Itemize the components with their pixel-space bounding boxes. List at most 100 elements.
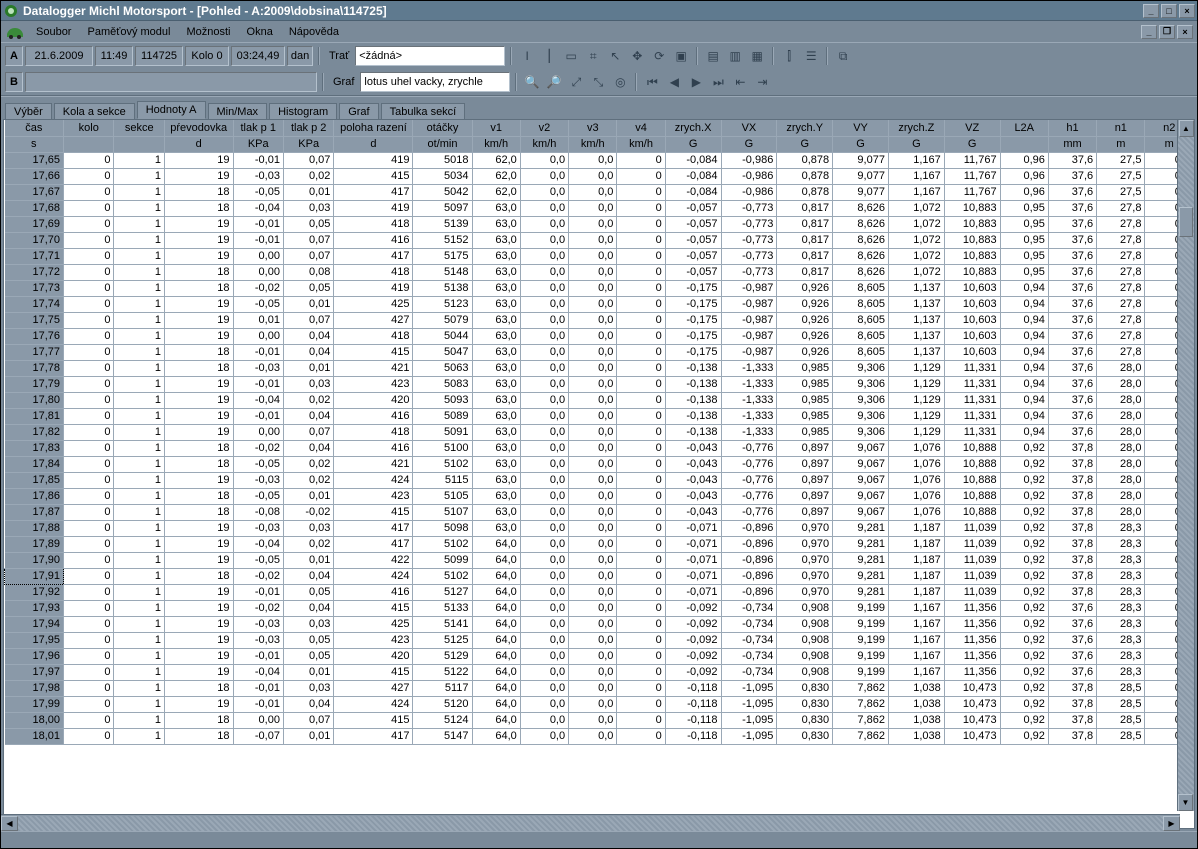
scroll-up-button[interactable]: ▲ [1179, 120, 1194, 137]
table-row[interactable]: 17,890119-0,040,02417510264,00,00,00-0,0… [5, 536, 1194, 552]
table-row[interactable]: 17,800119-0,040,02420509363,00,00,00-0,1… [5, 392, 1194, 408]
layout1-icon[interactable]: ▤ [703, 46, 723, 66]
zoom-out-icon[interactable]: 🔎 [544, 72, 564, 92]
menu-soubor[interactable]: Soubor [28, 24, 79, 40]
col-header[interactable]: tlak p 2 [283, 120, 333, 136]
table-row[interactable]: 17,7101190,000,07417517563,00,00,00-0,05… [5, 248, 1194, 264]
table-row[interactable]: 17,770118-0,010,04415504763,00,00,00-0,1… [5, 344, 1194, 360]
col-header[interactable]: VZ [944, 120, 1000, 136]
channel-a-button[interactable]: A [5, 46, 23, 66]
table-row[interactable]: 17,7601190,000,04418504463,00,00,00-0,17… [5, 328, 1194, 344]
col-header[interactable]: poloha razení [334, 120, 413, 136]
table-row[interactable]: 17,680118-0,040,03419509763,00,00,00-0,0… [5, 200, 1194, 216]
col-header[interactable]: zrych.Y [777, 120, 833, 136]
mdi-close-button[interactable]: × [1177, 25, 1193, 39]
tab-hodnoty-a[interactable]: Hodnoty A [137, 101, 206, 119]
col-header[interactable]: pŕevodovka [164, 120, 233, 136]
layout2-icon[interactable]: ▥ [725, 46, 745, 66]
step-left-icon[interactable]: ⇤ [730, 72, 750, 92]
table-row[interactable]: 17,910118-0,020,04424510264,00,00,00-0,0… [5, 568, 1194, 584]
table-row[interactable]: 17,660119-0,030,02415503462,00,00,00-0,0… [5, 168, 1194, 184]
mdi-restore-button[interactable]: ❐ [1159, 25, 1175, 39]
zoom-all-icon[interactable]: ◎ [610, 72, 630, 92]
table-row[interactable]: 17,840118-0,050,02421510263,00,00,00-0,0… [5, 456, 1194, 472]
table-row[interactable]: 17,940119-0,030,03425514164,00,00,00-0,0… [5, 616, 1194, 632]
minimize-button[interactable]: _ [1143, 4, 1159, 18]
last-icon[interactable]: ⏭ [708, 72, 728, 92]
table-row[interactable]: 17,700119-0,010,07416515263,00,00,00-0,0… [5, 232, 1194, 248]
table-row[interactable]: 17,650119-0,010,07419501862,00,00,00-0,0… [5, 152, 1194, 168]
menu-moznosti[interactable]: Možnosti [178, 24, 238, 40]
table-row[interactable]: 17,970119-0,040,01415512264,00,00,00-0,0… [5, 664, 1194, 680]
table-row[interactable]: 17,870118-0,08-0,02415510763,00,00,00-0,… [5, 504, 1194, 520]
table-row[interactable]: 17,950119-0,030,05423512564,00,00,00-0,0… [5, 632, 1194, 648]
chart2-icon[interactable]: ☰ [801, 46, 821, 66]
table-row[interactable]: 17,7201180,000,08418514863,00,00,00-0,05… [5, 264, 1194, 280]
table-row[interactable]: 17,960119-0,010,05420512964,00,00,00-0,0… [5, 648, 1194, 664]
col-header[interactable]: v4 [617, 120, 665, 136]
zoom-in-icon[interactable]: 🔍 [522, 72, 542, 92]
col-header[interactable]: v3 [569, 120, 617, 136]
col-header[interactable]: n1 [1097, 120, 1145, 136]
menu-napoveda[interactable]: Nápověda [281, 24, 347, 40]
graf-combo[interactable]: lotus uhel vacky, zrychle [360, 72, 510, 92]
mdi-minimize-button[interactable]: _ [1141, 25, 1157, 39]
table-row[interactable]: 17,830118-0,020,04416510063,00,00,00-0,0… [5, 440, 1194, 456]
scroll-down-button[interactable]: ▼ [1178, 794, 1193, 811]
table-row[interactable]: 17,690119-0,010,05418513963,00,00,00-0,0… [5, 216, 1194, 232]
col-header[interactable]: VX [721, 120, 777, 136]
tab-histogram[interactable]: Histogram [269, 103, 337, 120]
tab-kola-a-sekce[interactable]: Kola a sekce [54, 103, 135, 120]
table-row[interactable]: 17,8201190,000,07418509163,00,00,00-0,13… [5, 424, 1194, 440]
sync-icon[interactable]: ⟳ [649, 46, 669, 66]
first-icon[interactable]: ⏮ [642, 72, 662, 92]
table-row[interactable]: 17,850119-0,030,02424511563,00,00,00-0,0… [5, 472, 1194, 488]
col-header[interactable]: zrych.Z [888, 120, 944, 136]
col-header[interactable]: zrych.X [665, 120, 721, 136]
table-row[interactable]: 17,7501190,010,07427507963,00,00,00-0,17… [5, 312, 1194, 328]
channel-b-button[interactable]: B [5, 72, 23, 92]
data-grid[interactable]: časkolosekcepŕevodovkatlak p 1tlak p 2po… [3, 119, 1195, 829]
table-row[interactable]: 17,900119-0,050,01422509964,00,00,00-0,0… [5, 552, 1194, 568]
scroll-thumb[interactable] [1179, 207, 1193, 237]
table-row[interactable]: 17,730118-0,020,05419513863,00,00,00-0,1… [5, 280, 1194, 296]
zoom-fit-icon[interactable]: ▣ [671, 46, 691, 66]
table-row[interactable]: 17,920119-0,010,05416512764,00,00,00-0,0… [5, 584, 1194, 600]
scroll-right-button[interactable]: ▶ [1163, 816, 1180, 831]
col-header[interactable]: tlak p 1 [233, 120, 283, 136]
pan-icon[interactable]: ✥ [627, 46, 647, 66]
table-row[interactable]: 17,990119-0,010,04424512064,00,00,00-0,1… [5, 696, 1194, 712]
col-header[interactable]: v1 [472, 120, 520, 136]
col-header[interactable]: otáčky [413, 120, 472, 136]
layout3-icon[interactable]: ▦ [747, 46, 767, 66]
cursor-line-icon[interactable]: ⎮ [539, 46, 559, 66]
maximize-button[interactable]: □ [1161, 4, 1177, 18]
table-row[interactable]: 17,930119-0,020,04415513364,00,00,00-0,0… [5, 600, 1194, 616]
tab-výběr[interactable]: Výběr [5, 103, 52, 120]
table-row[interactable]: 17,980118-0,010,03427511764,00,00,00-0,1… [5, 680, 1194, 696]
crop-icon[interactable]: ⌗ [583, 46, 603, 66]
close-button[interactable]: × [1179, 4, 1195, 18]
table-row[interactable]: 17,670118-0,050,01417504262,00,00,00-0,0… [5, 184, 1194, 200]
col-header[interactable]: kolo [64, 120, 114, 136]
table-row[interactable]: 17,790119-0,010,03423508363,00,00,00-0,1… [5, 376, 1194, 392]
menu-pametovy[interactable]: Paměťový modul [79, 24, 178, 40]
tab-tabulka-sekcí[interactable]: Tabulka sekcí [381, 103, 466, 120]
table-row[interactable]: 17,880119-0,030,03417509863,00,00,00-0,0… [5, 520, 1194, 536]
vertical-scrollbar[interactable]: ▲ ▼ [1177, 120, 1194, 811]
menu-okna[interactable]: Okna [239, 24, 281, 40]
prev-icon[interactable]: ◀ [664, 72, 684, 92]
table-row[interactable]: 17,740119-0,050,01425512363,00,00,00-0,1… [5, 296, 1194, 312]
table-row[interactable]: 18,0001180,000,07415512464,00,00,00-0,11… [5, 712, 1194, 728]
tab-min/max[interactable]: Min/Max [208, 103, 268, 120]
tab-graf[interactable]: Graf [339, 103, 378, 120]
col-header[interactable]: v2 [520, 120, 568, 136]
zoom-y-icon[interactable]: ⤡ [588, 72, 608, 92]
next-icon[interactable]: ▶ [686, 72, 706, 92]
copy-icon[interactable]: ⧉ [833, 46, 853, 66]
scroll-left-button[interactable]: ◀ [1, 816, 18, 831]
horizontal-scrollbar[interactable]: ◀ ▶ [1, 814, 1180, 831]
col-header[interactable]: sekce [114, 120, 164, 136]
zoom-x-icon[interactable]: ⤢ [566, 72, 586, 92]
select-icon[interactable]: ▭ [561, 46, 581, 66]
